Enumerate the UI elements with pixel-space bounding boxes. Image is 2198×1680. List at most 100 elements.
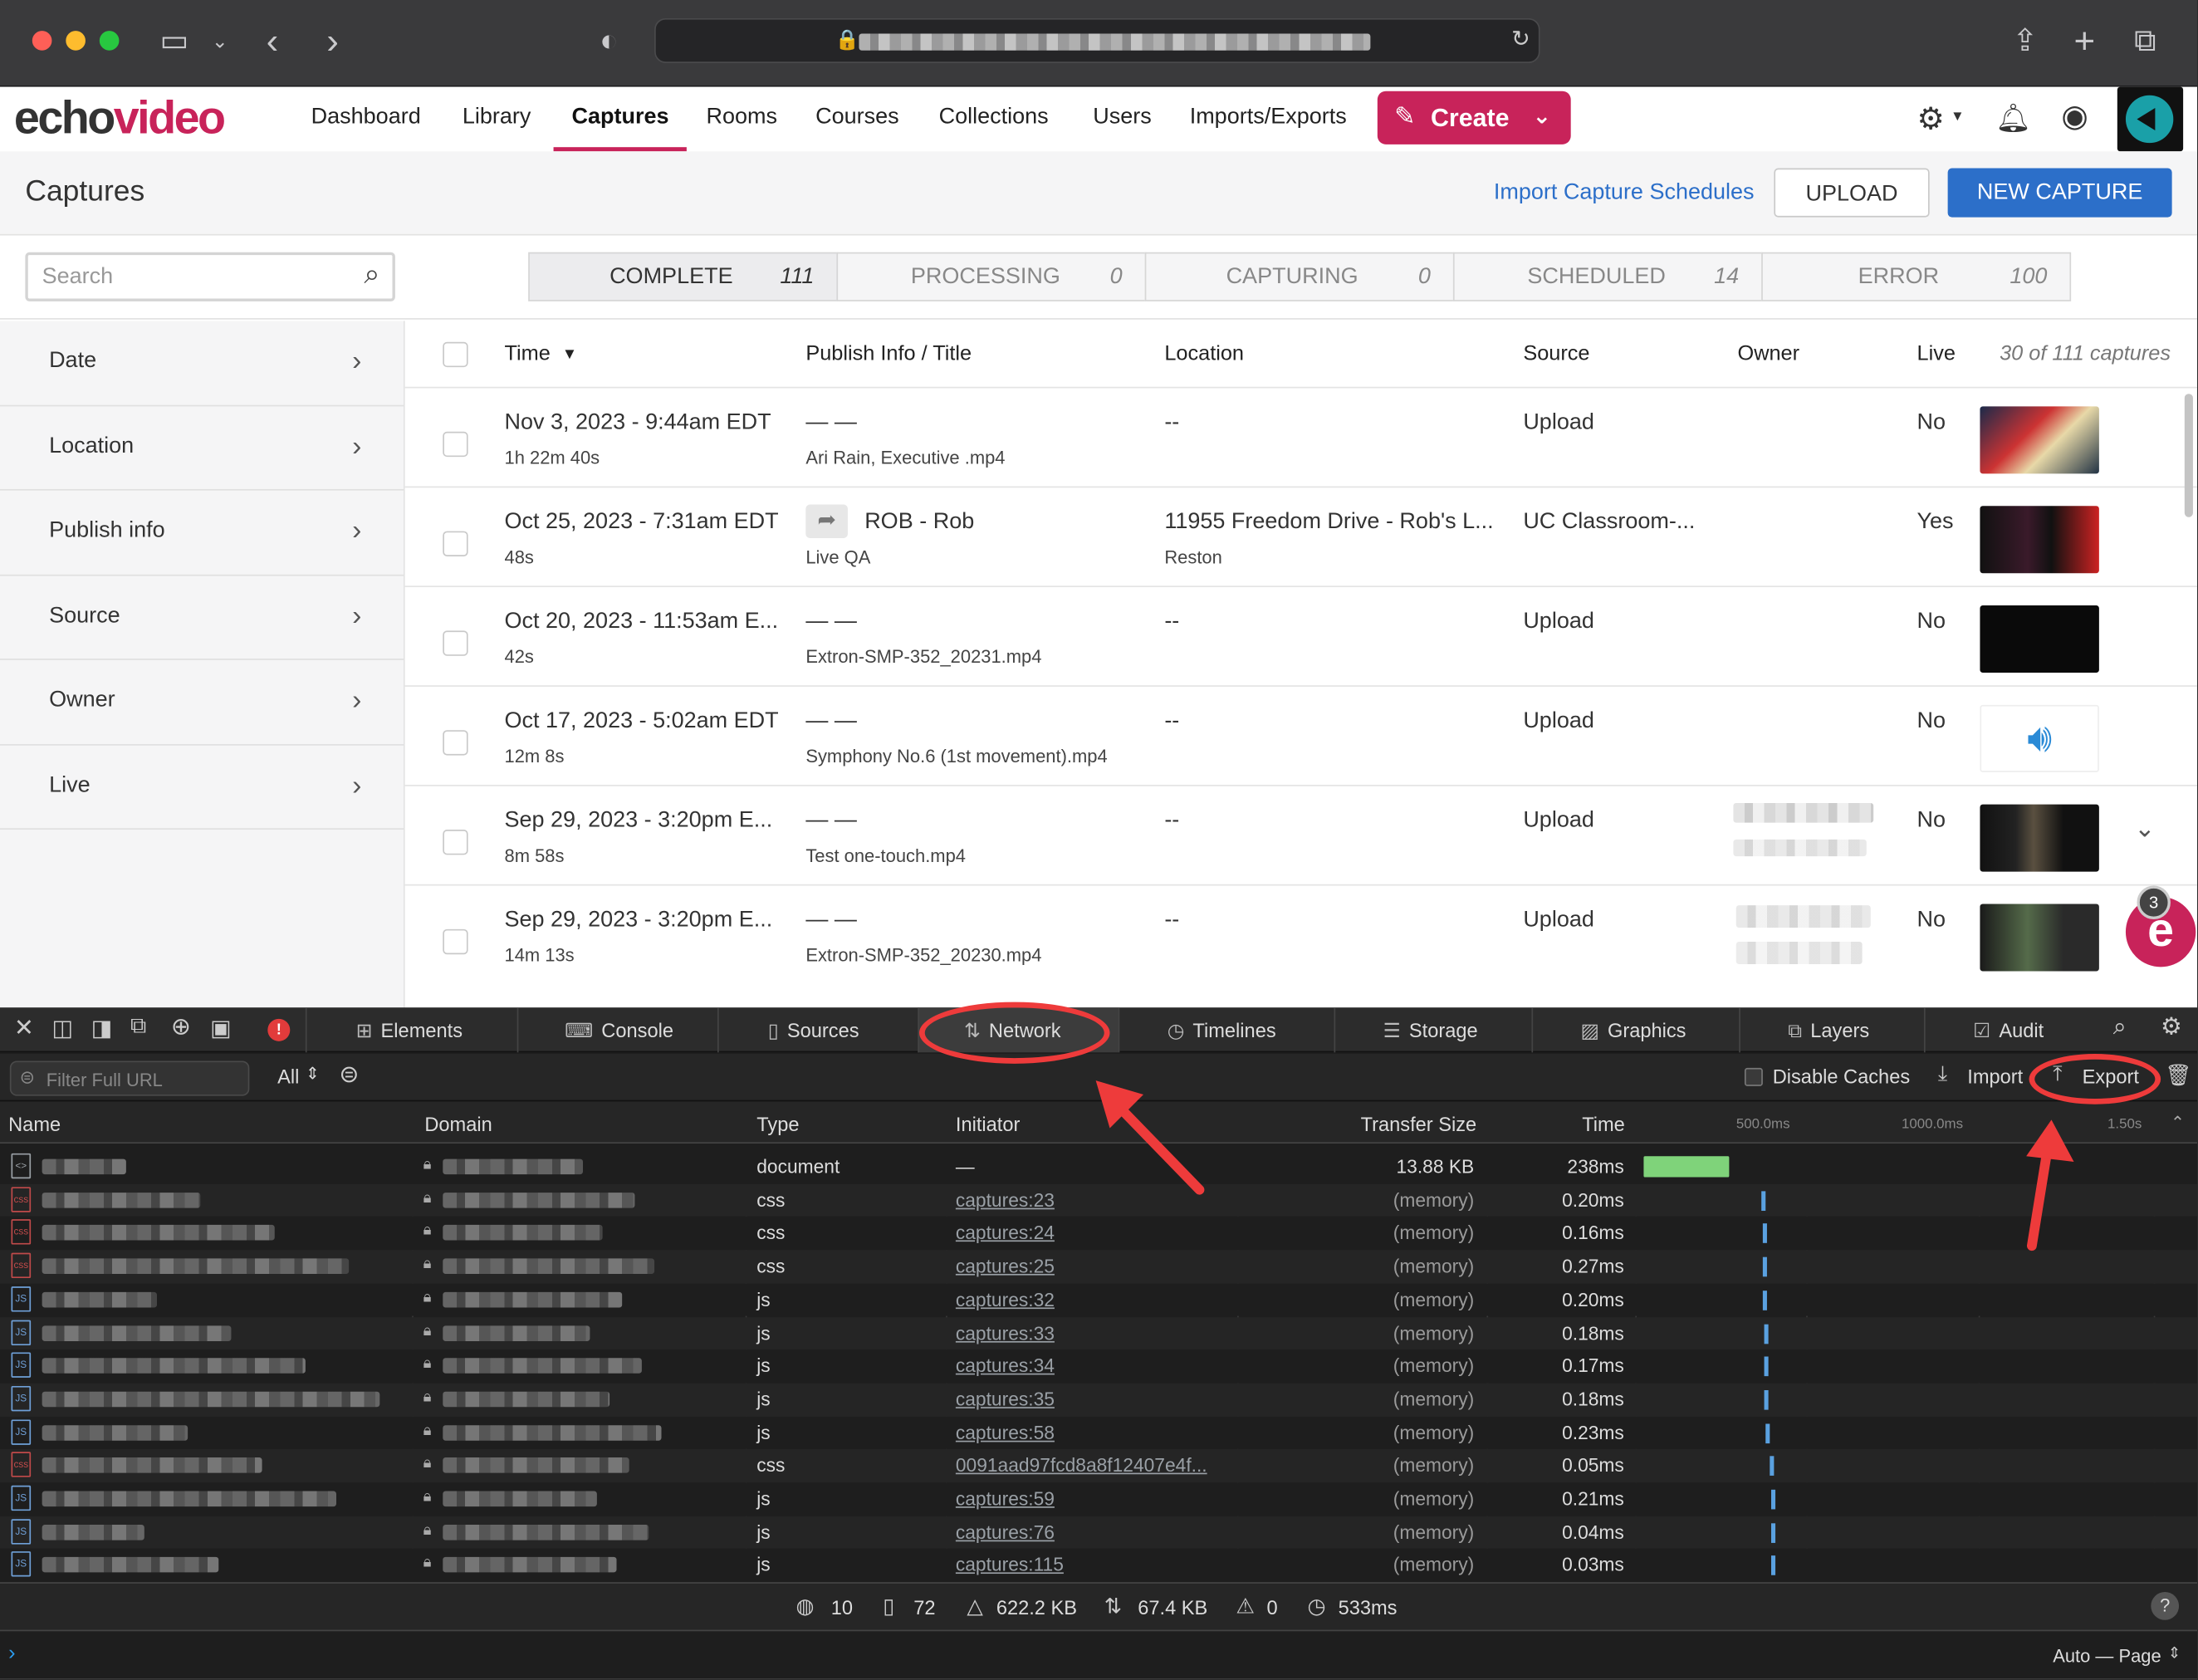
header-live[interactable]: Live — [1917, 342, 1956, 366]
tab-error[interactable]: ERROR 100 — [1761, 252, 2072, 301]
filter-url-input[interactable]: ⊜ Filter Full URL — [9, 1060, 250, 1096]
bell-icon[interactable]: 🔔︎ — [1995, 101, 2031, 136]
forward-icon[interactable]: › — [326, 20, 339, 62]
network-request-row[interactable]: css 🔒︎ css captures:25 (memory) 0.27ms — [0, 1250, 2197, 1284]
row-checkbox[interactable] — [443, 630, 468, 656]
header-owner[interactable]: Owner — [1738, 342, 1800, 366]
filter-owner[interactable]: Owner › — [0, 660, 404, 745]
new-tab-icon[interactable]: + — [2074, 20, 2096, 62]
tab-capturing[interactable]: CAPTURING 0 — [1144, 252, 1455, 301]
header-location[interactable]: Location — [1164, 342, 1244, 366]
request-initiator[interactable]: captures:76 — [956, 1521, 1055, 1542]
console-prompt-icon[interactable]: › — [8, 1641, 15, 1665]
row-checkbox[interactable] — [443, 431, 468, 458]
filter-source[interactable]: Source › — [0, 576, 404, 660]
type-filter-select[interactable]: All — [277, 1065, 299, 1088]
network-request-row[interactable]: JS 🔒︎ js captures:34 (memory) 0.17ms — [0, 1349, 2197, 1384]
request-initiator[interactable]: captures:59 — [956, 1488, 1055, 1509]
network-request-row[interactable]: JS 🔒︎ js captures:32 (memory) 0.20ms — [0, 1283, 2197, 1317]
nav-courses[interactable]: Courses — [815, 105, 899, 130]
table-row[interactable]: Nov 3, 2023 - 9:44am EDT 1h 22m 40s — — … — [404, 386, 2197, 487]
tab-sources[interactable]: ▯ Sources — [717, 1007, 918, 1053]
chevron-down-icon[interactable]: ⌄ — [2134, 814, 2155, 843]
header-publish-info[interactable]: Publish Info / Title — [805, 342, 972, 366]
filter-publish-info[interactable]: Publish info › — [0, 491, 404, 576]
network-request-row[interactable]: JS 🔒︎ js captures:35 (memory) 0.18ms — [0, 1383, 2197, 1417]
user-profile-icon[interactable]: ◉ — [2061, 98, 2088, 135]
header-source[interactable]: Source — [1523, 342, 1589, 366]
row-checkbox[interactable] — [443, 531, 468, 556]
table-row[interactable]: Sep 29, 2023 - 3:20pm E... 8m 58s — — Te… — [404, 785, 2197, 884]
capture-thumbnail[interactable] — [1980, 904, 2099, 972]
header-time[interactable]: Time — [505, 342, 551, 366]
network-request-row[interactable]: JS 🔒︎ js captures:58 (memory) 0.23ms — [0, 1416, 2197, 1450]
request-initiator[interactable]: captures:32 — [956, 1289, 1055, 1310]
address-bar[interactable]: 🔒 ↻ — [654, 17, 1540, 63]
error-icon[interactable]: ! — [267, 1018, 291, 1041]
request-initiator[interactable]: captures:35 — [956, 1389, 1055, 1409]
table-row[interactable]: Sep 29, 2023 - 3:20pm E... 14m 13s — — E… — [404, 884, 2197, 1008]
nav-collections[interactable]: Collections — [939, 105, 1049, 130]
tab-elements[interactable]: ⊞ Elements — [305, 1007, 517, 1053]
search-input[interactable]: Search ⌕ — [25, 252, 395, 301]
request-initiator[interactable]: captures:58 — [956, 1422, 1055, 1442]
request-initiator[interactable]: captures:33 — [956, 1322, 1055, 1343]
filter-live[interactable]: Live › — [0, 745, 404, 830]
filter-location[interactable]: Location › — [0, 406, 404, 491]
request-initiator[interactable]: captures:25 — [956, 1256, 1055, 1276]
help-icon[interactable]: ? — [2151, 1592, 2180, 1620]
capture-thumbnail[interactable] — [1980, 406, 2099, 474]
close-window-button[interactable] — [32, 31, 52, 51]
execution-context-select[interactable]: Auto — Page — [2053, 1645, 2161, 1666]
tab-overview-icon[interactable]: ⧉ — [2134, 20, 2156, 62]
device-icon[interactable]: ▣ — [210, 1015, 232, 1043]
nav-users[interactable]: Users — [1093, 105, 1152, 130]
back-icon[interactable]: ‹ — [267, 20, 279, 62]
audio-speaker-icon[interactable]: 🔊︎ — [1980, 704, 2099, 772]
request-initiator[interactable]: 0091aad97fcd8a8f12407e4f... — [956, 1455, 1207, 1476]
table-row[interactable]: Oct 17, 2023 - 5:02am EDT 12m 8s — — Sym… — [404, 685, 2197, 785]
nav-rooms[interactable]: Rooms — [707, 105, 778, 130]
tab-storage[interactable]: ☰ Storage — [1334, 1007, 1532, 1053]
capture-thumbnail[interactable] — [1980, 804, 2099, 872]
col-transfer-size[interactable]: Transfer Size — [1361, 1113, 1477, 1135]
filter-options-icon[interactable]: ⊜ — [339, 1060, 359, 1089]
search-icon[interactable]: ⌕ — [2113, 1013, 2127, 1041]
shield-icon[interactable]: ◐ — [600, 20, 618, 62]
row-checkbox[interactable] — [443, 928, 468, 955]
tab-layers[interactable]: ⧉ Layers — [1739, 1007, 1924, 1053]
collapse-caret-icon[interactable]: ⌃ — [2171, 1113, 2185, 1133]
tab-scheduled[interactable]: SCHEDULED 14 — [1452, 252, 1763, 301]
network-request-row[interactable]: JS 🔒︎ js captures:115 (memory) 0.03ms — [0, 1549, 2197, 1583]
select-all-checkbox[interactable] — [443, 341, 468, 368]
col-initiator[interactable]: Initiator — [956, 1113, 1020, 1135]
create-button[interactable]: ✎ Create ⌄ — [1377, 91, 1571, 144]
import-button[interactable]: Import — [1967, 1065, 2023, 1088]
sort-desc-icon[interactable]: ▼ — [562, 346, 577, 363]
trash-icon[interactable]: 🗑︎ — [2165, 1062, 2191, 1088]
tab-audit[interactable]: ☑ Audit — [1923, 1007, 2101, 1053]
request-initiator[interactable]: captures:23 — [956, 1189, 1055, 1210]
table-row[interactable]: Oct 25, 2023 - 7:31am EDT 48s ➦ ROB - Ro… — [404, 486, 2197, 586]
tab-timelines[interactable]: ◷ Timelines — [1118, 1007, 1334, 1053]
new-capture-button[interactable]: NEW CAPTURE — [1947, 168, 2172, 218]
minimize-window-button[interactable] — [66, 31, 86, 51]
row-checkbox[interactable] — [443, 730, 468, 756]
capture-thumbnail[interactable] — [1980, 506, 2099, 574]
sidebar-icon[interactable]: ▭ — [159, 20, 188, 62]
nav-imports-exports[interactable]: Imports/Exports — [1190, 105, 1347, 130]
echovideo-logo[interactable]: echovideo — [14, 91, 226, 144]
col-domain[interactable]: Domain — [424, 1113, 492, 1135]
request-initiator[interactable]: captures:34 — [956, 1355, 1055, 1376]
nav-dashboard[interactable]: Dashboard — [311, 105, 421, 130]
crosshair-icon[interactable]: ⊕ — [171, 1013, 191, 1041]
request-initiator[interactable]: captures:24 — [956, 1222, 1055, 1243]
network-request-row[interactable]: css 🔒︎ css 0091aad97fcd8a8f12407e4f... (memo… — [0, 1449, 2197, 1483]
import-capture-schedules-link[interactable]: Import Capture Schedules — [1494, 181, 1755, 206]
chevron-down-icon[interactable]: ⌄ — [212, 20, 228, 62]
dock-side-icon[interactable]: ◨ — [91, 1015, 113, 1043]
tab-processing[interactable]: PROCESSING 0 — [836, 252, 1147, 301]
settings-gear-icon[interactable]: ⚙ — [2161, 1013, 2182, 1041]
avatar[interactable] — [2117, 86, 2184, 152]
share-icon[interactable]: ⇪ — [2012, 20, 2038, 62]
